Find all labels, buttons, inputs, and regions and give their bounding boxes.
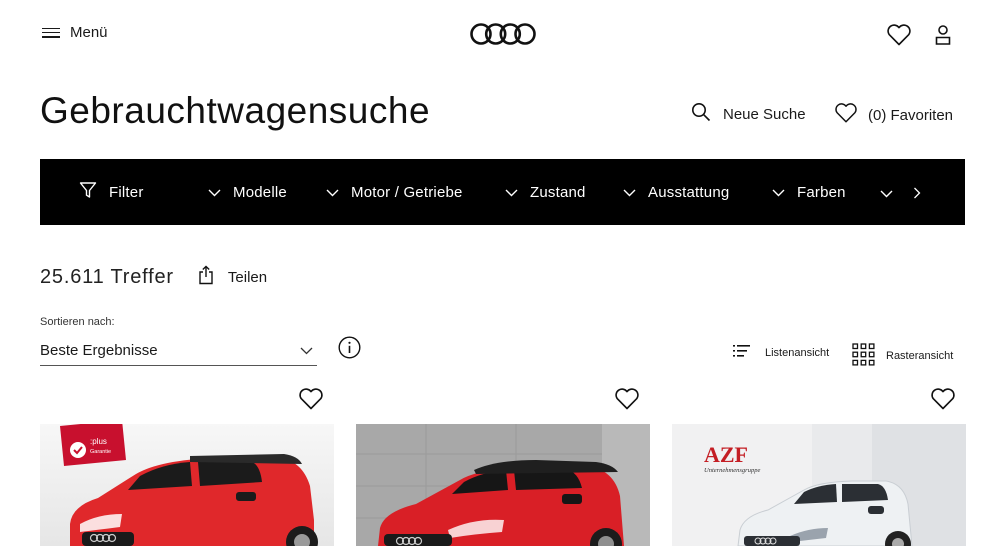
share-icon (198, 265, 214, 289)
list-view-icon (733, 345, 751, 360)
page-title: Gebrauchtwagensuche (40, 90, 431, 131)
chevron-down-icon (300, 342, 313, 359)
vehicle-image[interactable]: AZF Unternehmensgruppe (672, 424, 966, 546)
info-icon[interactable] (338, 336, 361, 364)
chevron-down-icon (208, 184, 233, 201)
vehicle-image[interactable]: :plus Garantie (40, 424, 334, 546)
favorites-label: (0) Favoriten (868, 106, 954, 124)
favorites-link[interactable]: (0) Favoriten (834, 102, 953, 128)
filter-motor-getriebe[interactable]: Motor / Getriebe (326, 159, 463, 225)
new-search-button[interactable]: Neue Suche (691, 102, 806, 126)
top-navigation: Menü (0, 0, 1000, 68)
new-search-label: Neue Suche (723, 105, 806, 123)
grid-view-toggle[interactable]: Rasteransicht (852, 343, 953, 369)
filter-modelle[interactable]: Modelle (208, 159, 287, 225)
favorites-heart-icon[interactable] (886, 23, 912, 52)
vehicle-card[interactable]: AZF Unternehmensgruppe (672, 383, 966, 546)
badge-line1: :plus (90, 437, 107, 446)
hamburger-icon (42, 27, 60, 38)
dealer-subtitle: Unternehmensgruppe (704, 467, 760, 474)
scroll-right-chevron-icon[interactable] (913, 186, 921, 204)
filter-bar: Filter Modelle Motor / Getriebe Zustand … (40, 159, 965, 225)
chevron-down-icon (326, 184, 351, 201)
filter-zustand-label: Zustand (530, 183, 586, 201)
favorite-heart-icon[interactable] (930, 387, 956, 416)
menu-button[interactable]: Menü (42, 24, 108, 41)
filter-ausstattung[interactable]: Ausstattung (623, 159, 729, 225)
list-view-toggle[interactable]: Listenansicht (733, 345, 829, 360)
results-row: 25.611 Treffer Teilen (40, 265, 267, 289)
chevron-down-icon (623, 184, 648, 201)
dealer-name: AZF (704, 442, 748, 467)
vehicle-image[interactable] (356, 424, 650, 546)
menu-label: Menü (70, 24, 108, 41)
audi-rings-logo[interactable] (470, 22, 536, 51)
badge-line2: Garantie (90, 449, 111, 455)
chevron-down-icon (772, 184, 797, 201)
favorite-heart-icon[interactable] (614, 387, 640, 416)
filter-farben-label: Farben (797, 183, 846, 201)
chevron-down-icon (505, 184, 530, 201)
share-label: Teilen (227, 268, 268, 286)
share-button[interactable]: Teilen (198, 265, 267, 289)
list-view-label: Listenansicht (765, 346, 830, 359)
filter-more-chevron-down-icon[interactable] (880, 185, 893, 203)
filter-ausstattung-label: Ausstattung (648, 183, 730, 201)
favorite-heart-icon[interactable] (298, 387, 324, 416)
plus-garantie-badge: :plus Garantie (60, 424, 126, 466)
filter-modelle-label: Modelle (233, 183, 287, 201)
grid-view-label: Rasteransicht (886, 350, 954, 362)
sort-value: Beste Ergebnisse (40, 342, 158, 359)
filter-motor-getriebe-label: Motor / Getriebe (351, 183, 463, 201)
sort-dropdown[interactable]: Beste Ergebnisse (40, 336, 317, 366)
heart-icon (834, 102, 858, 128)
filter-button[interactable]: Filter (79, 159, 144, 225)
search-icon (691, 102, 711, 126)
vehicle-card[interactable]: :plus Garantie (40, 383, 334, 546)
filter-zustand[interactable]: Zustand (505, 159, 586, 225)
filter-farben[interactable]: Farben (772, 159, 846, 225)
filter-label: Filter (109, 183, 144, 201)
funnel-icon (79, 181, 109, 203)
grid-view-icon (852, 343, 875, 369)
user-account-icon[interactable] (933, 24, 953, 51)
sort-label: Sortieren nach: (40, 316, 115, 328)
results-count: 25.611 Treffer (40, 265, 174, 288)
vehicle-card[interactable] (356, 383, 650, 546)
